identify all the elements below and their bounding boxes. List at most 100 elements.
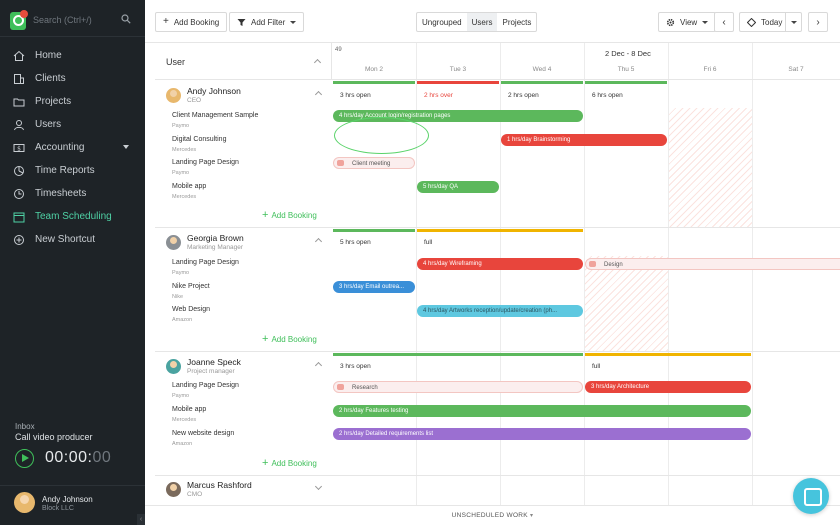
add-booking-link[interactable]: + Add Booking [262, 333, 317, 345]
collapse-sidebar-icon[interactable]: ‹ [137, 514, 145, 525]
sidebar-item-time-reports[interactable]: Time Reports [0, 159, 145, 182]
booking-bar[interactable]: Design [585, 258, 840, 270]
calendar-icon [13, 212, 25, 222]
today-button[interactable]: Today [739, 12, 790, 32]
sidebar-item-label: New Shortcut [35, 234, 96, 245]
inbox-task[interactable]: Call video producer [15, 432, 93, 442]
chevron-down-icon [790, 20, 797, 24]
add-booking-button[interactable]: + Add Booking [155, 12, 228, 32]
sidebar-item-users[interactable]: Users [0, 113, 145, 136]
project-name[interactable]: Landing Page Design [172, 259, 239, 266]
toolbar: + Add Booking Add Filter Ungrouped Users … [145, 0, 840, 43]
project-name[interactable]: Nike Project [172, 283, 210, 290]
sidebar-item-clients[interactable]: Clients [0, 67, 145, 90]
sidebar-item-label: Clients [35, 73, 66, 84]
project-name[interactable]: Web Design [172, 306, 210, 313]
day-header: Fri 6 [668, 66, 752, 80]
timer-display: 00:00:00 [45, 449, 111, 467]
today-label: Today [761, 17, 783, 27]
person-name[interactable]: Georgia Brown [187, 233, 244, 243]
play-timer-button[interactable] [15, 449, 34, 468]
sidebar-item-label: Home [35, 50, 62, 61]
booking-bar[interactable]: 4 hrs/day Artworks reception/update/crea… [417, 305, 583, 317]
person-role: CEO [187, 97, 202, 104]
unscheduled-work-label: UNSCHEDULED WORK [451, 512, 528, 519]
segment-ungrouped[interactable]: Ungrouped [417, 13, 467, 31]
sidebar-nav: Home Clients Projects Users $ Accounting [0, 44, 145, 251]
plus-icon: + [262, 209, 269, 221]
project-name[interactable]: Mobile app [172, 183, 206, 190]
view-button[interactable]: View [658, 12, 717, 32]
person-section [155, 80, 840, 228]
client-name: Amazon [172, 441, 193, 447]
availability-bar [501, 81, 583, 84]
chevron-down-icon[interactable] [314, 482, 323, 491]
availability-bar [585, 353, 751, 356]
add-booking-link[interactable]: + Add Booking [262, 209, 317, 221]
booking-bar[interactable]: 2 hrs/day Detailed requirements list [333, 428, 751, 440]
person-name[interactable]: Marcus Rashford [187, 480, 252, 490]
sidebar-item-team-scheduling[interactable]: Team Scheduling [0, 205, 145, 228]
booking-bar[interactable]: 4 hrs/day Wireframing [417, 258, 583, 270]
chevron-up-icon[interactable] [313, 58, 322, 67]
day-header: Mon 2 [332, 66, 416, 80]
availability-bar [333, 81, 415, 84]
project-name[interactable]: Mobile app [172, 406, 206, 413]
availability-bar [417, 81, 499, 84]
previous-week-button[interactable]: ‹ [714, 12, 734, 32]
current-user-name[interactable]: Andy Johnson [42, 495, 93, 504]
person-section [155, 228, 840, 352]
booking-bar[interactable]: 3 hrs/day Email outrea... [333, 281, 415, 293]
chat-support-button[interactable] [793, 478, 829, 514]
search-icon[interactable] [121, 14, 131, 24]
person-name[interactable]: Joanne Speck [187, 357, 241, 367]
home-icon [13, 50, 25, 61]
unscheduled-work-bar[interactable]: UNSCHEDULED WORK ▾ [145, 505, 840, 525]
client-name: Paymo [172, 393, 190, 399]
sidebar-item-home[interactable]: Home [0, 44, 145, 67]
main-content: + Add Booking Add Filter Ungrouped Users … [145, 0, 840, 525]
booking-bar[interactable]: Client meeting [333, 157, 415, 169]
avatar [166, 235, 181, 250]
today-dropdown-button[interactable] [785, 12, 802, 32]
view-label: View [680, 17, 698, 27]
booking-bar[interactable]: Research [333, 381, 583, 393]
project-name[interactable]: Landing Page Design [172, 159, 239, 166]
availability-text: 2 hrs over [424, 92, 453, 99]
availability-text: full [424, 239, 433, 246]
schedule-grid: User 49 2 Dec - 8 Dec Mon 2 Tue 3 Wed 4 … [155, 43, 840, 505]
next-week-button[interactable]: › [808, 12, 828, 32]
booking-bar[interactable]: 3 hrs/day Architecture [585, 381, 751, 393]
search-input[interactable]: Search (Ctrl+/) [33, 15, 92, 25]
sidebar-item-accounting[interactable]: $ Accounting [0, 136, 145, 159]
booking-bar[interactable]: 5 hrs/day QA [417, 181, 499, 193]
client-name: Paymo [172, 270, 190, 276]
add-booking-link[interactable]: + Add Booking [262, 457, 317, 469]
booking-bar[interactable]: 1 hrs/day Brainstorming [501, 134, 667, 146]
folder-icon [13, 98, 25, 106]
notification-badge[interactable] [20, 10, 28, 18]
booking-bar[interactable]: 2 hrs/day Features testing [333, 405, 751, 417]
segment-users[interactable]: Users [466, 13, 498, 31]
add-booking-link-label: Add Booking [271, 335, 317, 344]
day-header: Thu 5 [584, 66, 668, 80]
sidebar-item-new-shortcut[interactable]: New Shortcut [0, 228, 145, 251]
add-filter-button[interactable]: Add Filter [229, 12, 305, 32]
avatar [166, 482, 181, 497]
project-name[interactable]: New website design [172, 430, 234, 437]
segment-projects[interactable]: Projects [497, 13, 536, 31]
building-icon [14, 73, 24, 84]
project-name[interactable]: Landing Page Design [172, 382, 239, 389]
chevron-down-icon[interactable] [123, 145, 129, 149]
person-name[interactable]: Andy Johnson [187, 86, 241, 96]
sidebar-item-timesheets[interactable]: Timesheets [0, 182, 145, 205]
availability-text: full [592, 363, 601, 370]
project-name[interactable]: Digital Consulting [172, 136, 226, 143]
client-name: Paymo [172, 170, 190, 176]
sidebar-item-projects[interactable]: Projects [0, 90, 145, 113]
availability-text: 3 hrs open [340, 92, 371, 99]
avatar[interactable] [14, 492, 35, 513]
day-header: Wed 4 [500, 66, 584, 80]
user-column-label: User [166, 57, 186, 67]
project-name[interactable]: Client Management Sample [172, 112, 258, 119]
